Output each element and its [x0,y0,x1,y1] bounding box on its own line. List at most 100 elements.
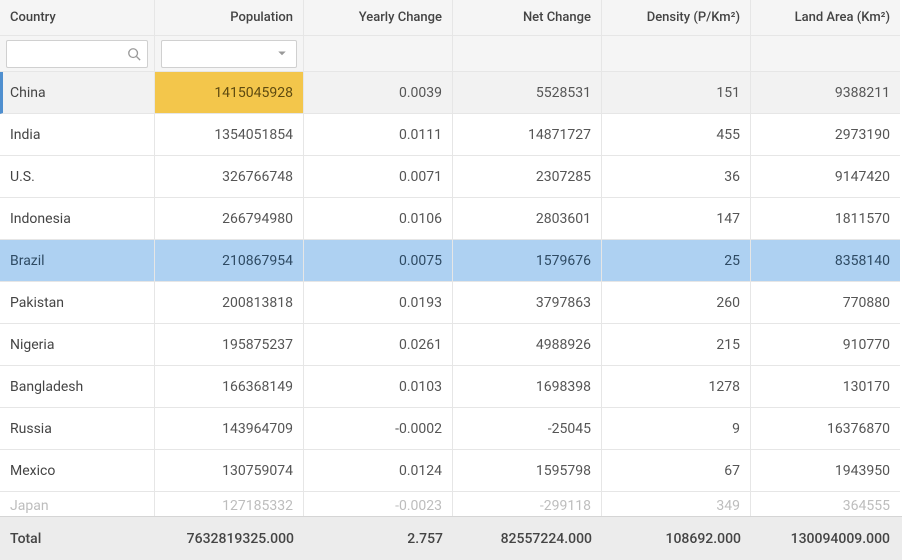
cell-population[interactable]: 1354051854 [155,114,304,156]
table-row[interactable]: Indonesia 266794980 0.0106 2803601 147 1… [0,198,902,240]
footer-net-change: 82557224.000 [453,517,602,560]
cell-yearly-change[interactable]: -0.0002 [304,408,453,450]
cell-density[interactable]: 151 [602,72,751,114]
cell-density[interactable]: 455 [602,114,751,156]
cell-land-area[interactable]: 770880 [751,282,900,324]
cell-net-change[interactable]: 2803601 [453,198,602,240]
cell-density[interactable]: 9 [602,408,751,450]
filter-country-search[interactable] [6,40,148,68]
table-row[interactable]: Brazil 210867954 0.0075 1579676 25 83581… [0,240,902,282]
cell-net-change[interactable]: 1579676 [453,240,602,282]
table-row[interactable]: Nigeria 195875237 0.0261 4988926 215 910… [0,324,902,366]
header-density[interactable]: Density (P/Km²) [602,0,751,36]
cell-net-change[interactable]: 4988926 [453,324,602,366]
cell-land-area[interactable]: 364555 [751,492,900,516]
cell-country[interactable]: Indonesia [0,198,155,240]
cell-yearly-change[interactable]: 0.0193 [304,282,453,324]
filter-yearly-change [304,36,453,72]
cell-population[interactable]: 1415045928 [155,72,304,114]
cell-country[interactable]: India [0,114,155,156]
cell-net-change[interactable]: 14871727 [453,114,602,156]
filter-land-area [751,36,900,72]
filter-row [0,36,902,72]
cell-density[interactable]: 1278 [602,366,751,408]
footer-yearly-change: 2.757 [304,517,453,560]
cell-country[interactable]: Brazil [0,240,155,282]
table-row[interactable]: Japan 127185332 -0.0023 -299118 349 3645… [0,492,902,516]
cell-yearly-change[interactable]: 0.0124 [304,450,453,492]
cell-population[interactable]: 195875237 [155,324,304,366]
table-row[interactable]: India 1354051854 0.0111 14871727 455 297… [0,114,902,156]
cell-land-area[interactable]: 910770 [751,324,900,366]
table-row[interactable]: Pakistan 200813818 0.0193 3797863 260 77… [0,282,902,324]
cell-land-area[interactable]: 130170 [751,366,900,408]
cell-net-change[interactable]: 3797863 [453,282,602,324]
cell-country[interactable]: Pakistan [0,282,155,324]
cell-land-area[interactable]: 1943950 [751,450,900,492]
header-country[interactable]: Country [0,0,155,36]
cell-land-area[interactable]: 1811570 [751,198,900,240]
table-row[interactable]: Russia 143964709 -0.0002 -25045 9 163768… [0,408,902,450]
table-row[interactable]: Mexico 130759074 0.0124 1595798 67 19439… [0,450,902,492]
cell-land-area[interactable]: 9388211 [751,72,900,114]
cell-net-change[interactable]: 2307285 [453,156,602,198]
cell-population[interactable]: 143964709 [155,408,304,450]
cell-density[interactable]: 349 [602,492,751,516]
cell-yearly-change[interactable]: 0.0103 [304,366,453,408]
header-population[interactable]: Population [155,0,304,36]
cell-population[interactable]: 210867954 [155,240,304,282]
cell-country[interactable]: Japan [0,492,155,516]
cell-density[interactable]: 36 [602,156,751,198]
table-row[interactable]: U.S. 326766748 0.0071 2307285 36 9147420 [0,156,902,198]
cell-country[interactable]: Bangladesh [0,366,155,408]
cell-country[interactable]: Nigeria [0,324,155,366]
cell-net-change[interactable]: -299118 [453,492,602,516]
cell-yearly-change[interactable]: 0.0075 [304,240,453,282]
cell-country[interactable]: Russia [0,408,155,450]
header-yearly-change[interactable]: Yearly Change [304,0,453,36]
cell-density[interactable]: 147 [602,198,751,240]
cell-yearly-change[interactable]: 0.0261 [304,324,453,366]
footer-population: 7632819325.000 [155,517,304,560]
filter-net-change [453,36,602,72]
cell-yearly-change[interactable]: 0.0111 [304,114,453,156]
cell-population[interactable]: 200813818 [155,282,304,324]
cell-population[interactable]: 266794980 [155,198,304,240]
cell-density[interactable]: 25 [602,240,751,282]
cell-net-change[interactable]: -25045 [453,408,602,450]
cell-yearly-change[interactable]: 0.0106 [304,198,453,240]
cell-land-area[interactable]: 9147420 [751,156,900,198]
search-icon [127,47,141,61]
cell-net-change[interactable]: 1698398 [453,366,602,408]
filter-density [602,36,751,72]
cell-net-change[interactable]: 1595798 [453,450,602,492]
cell-land-area[interactable]: 16376870 [751,408,900,450]
footer-label: Total [0,517,155,560]
cell-country[interactable]: Mexico [0,450,155,492]
cell-land-area[interactable]: 8358140 [751,240,900,282]
cell-yearly-change[interactable]: 0.0039 [304,72,453,114]
data-grid[interactable]: Country Population Yearly Change Net Cha… [0,0,902,560]
cell-population[interactable]: 326766748 [155,156,304,198]
cell-yearly-change[interactable]: -0.0023 [304,492,453,516]
table-row[interactable]: Bangladesh 166368149 0.0103 1698398 1278… [0,366,902,408]
footer-row: Total 7632819325.000 2.757 82557224.000 … [0,516,902,560]
header-land-area[interactable]: Land Area (Km²) [751,0,900,36]
cell-density[interactable]: 260 [602,282,751,324]
footer-density: 108692.000 [602,517,751,560]
chevron-down-icon [276,47,290,61]
cell-density[interactable]: 215 [602,324,751,366]
cell-population[interactable]: 130759074 [155,450,304,492]
cell-land-area[interactable]: 2973190 [751,114,900,156]
cell-yearly-change[interactable]: 0.0071 [304,156,453,198]
cell-population[interactable]: 166368149 [155,366,304,408]
filter-population-dropdown[interactable] [161,40,297,68]
table-row[interactable]: China 1415045928 0.0039 5528531 151 9388… [0,72,902,114]
cell-net-change[interactable]: 5528531 [453,72,602,114]
footer-land-area: 130094009.000 [751,517,900,560]
cell-density[interactable]: 67 [602,450,751,492]
cell-population[interactable]: 127185332 [155,492,304,516]
cell-country[interactable]: U.S. [0,156,155,198]
cell-country[interactable]: China [0,72,155,114]
header-net-change[interactable]: Net Change [453,0,602,36]
